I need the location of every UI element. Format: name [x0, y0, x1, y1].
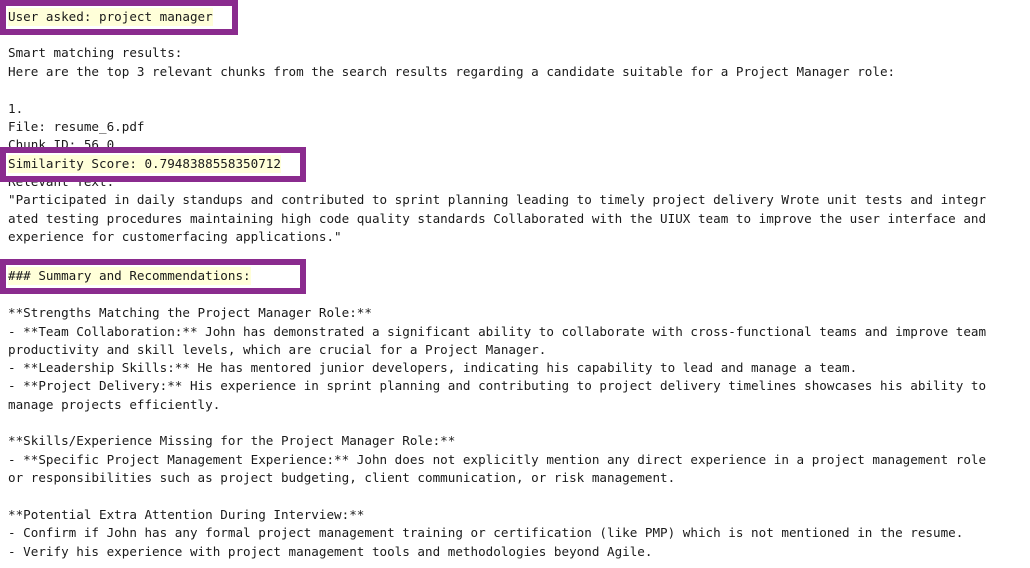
attention-heading: **Potential Extra Attention During Inter… — [8, 507, 365, 522]
relevant-text-line: "Participated in daily standups and cont… — [8, 192, 987, 207]
strengths-line: - **Leadership Skills:** He has mentored… — [8, 360, 858, 375]
result-chunk-id: Chunk ID: 56_0 — [8, 137, 115, 152]
result-relevant-label: Relevant Text: — [8, 174, 115, 189]
attention-line: - Verify his experience with project man… — [8, 544, 653, 559]
strengths-line: - **Project Delivery:** His experience i… — [8, 378, 987, 393]
terminal-output: User asked: project manager Smart matchi… — [0, 0, 1030, 568]
results-heading: Smart matching results: — [8, 45, 183, 60]
result-similarity-score: Similarity Score: 0.7948388558350712 — [8, 155, 281, 173]
result-index: 1. — [8, 101, 24, 116]
attention-line: - Confirm if John has any formal project… — [8, 525, 964, 540]
missing-heading: **Skills/Experience Missing for the Proj… — [8, 433, 456, 448]
strengths-heading: **Strengths Matching the Project Manager… — [8, 305, 372, 320]
strengths-line: productivity and skill levels, which are… — [8, 342, 547, 357]
missing-line: - **Specific Project Management Experien… — [8, 452, 987, 467]
relevant-text-line: experience for customerfacing applicatio… — [8, 229, 342, 244]
result-file: File: resume_6.pdf — [8, 119, 145, 134]
results-description: Here are the top 3 relevant chunks from … — [8, 64, 896, 79]
query-line: User asked: project manager — [8, 8, 213, 26]
strengths-line: manage projects efficiently. — [8, 397, 221, 412]
strengths-line: - **Team Collaboration:** John has demon… — [8, 324, 987, 339]
summary-heading: ### Summary and Recommendations: — [8, 267, 251, 285]
relevant-text-line: ated testing procedures maintaining high… — [8, 211, 987, 226]
missing-line: or responsibilities such as project budg… — [8, 470, 676, 485]
